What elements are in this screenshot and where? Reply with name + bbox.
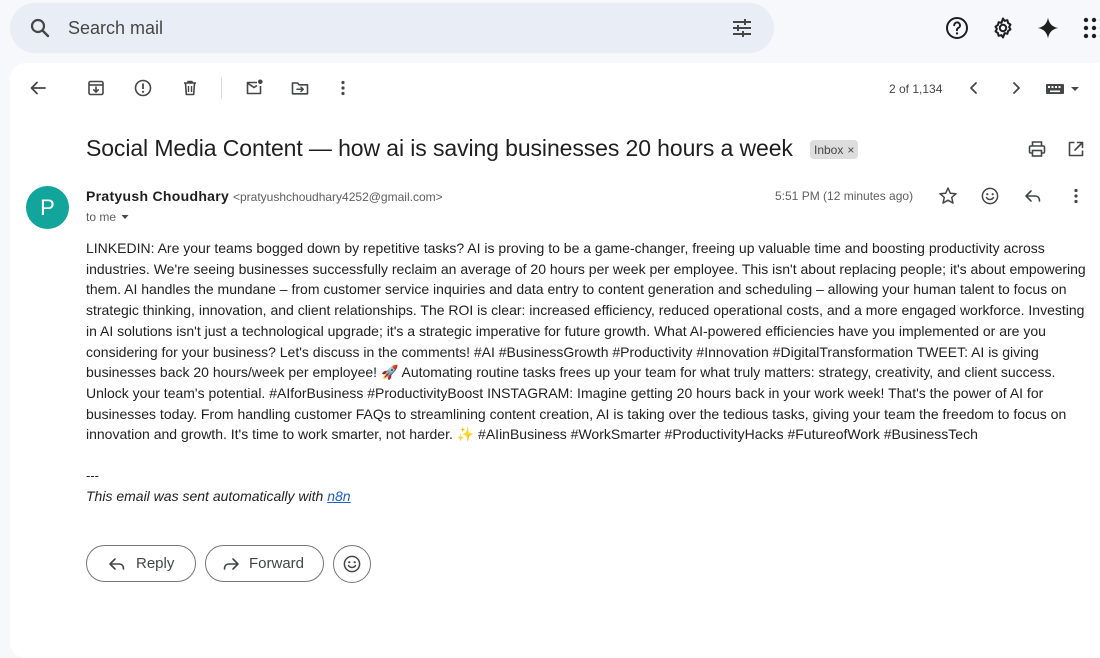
chevron-left-icon[interactable] xyxy=(964,78,984,98)
search-input[interactable]: Search mail xyxy=(68,18,163,39)
recipient-label: to me xyxy=(86,210,117,224)
timestamp: 5:51 PM (12 minutes ago) xyxy=(775,189,914,203)
signature-separator: --- xyxy=(86,468,99,483)
forward-button[interactable]: Forward xyxy=(205,545,324,582)
forward-button-label: Forward xyxy=(249,555,305,572)
more-vert-icon[interactable] xyxy=(333,78,353,98)
move-to-icon[interactable] xyxy=(290,78,310,98)
star-icon[interactable] xyxy=(938,186,958,206)
reply-button[interactable]: Reply xyxy=(86,545,196,582)
remove-label-button[interactable]: × xyxy=(847,143,854,157)
print-icon[interactable] xyxy=(1027,139,1047,159)
tune-icon[interactable] xyxy=(730,16,754,40)
sender-email: <pratyushchoudhary4252@gmail.com> xyxy=(232,190,443,204)
search-bar[interactable]: Search mail xyxy=(10,3,774,53)
signature-text: This email was sent automatically with xyxy=(86,488,328,504)
keyboard-input-icon[interactable] xyxy=(1044,80,1082,98)
reply-icon[interactable] xyxy=(1023,186,1043,206)
label-text: Inbox xyxy=(814,142,844,157)
back-arrow-icon[interactable] xyxy=(28,78,48,98)
emoji-reaction-button[interactable] xyxy=(333,545,371,583)
n8n-link[interactable]: n8n xyxy=(327,488,350,504)
email-subject: Social Media Content — how ai is saving … xyxy=(86,135,793,161)
apps-grid-icon[interactable] xyxy=(1082,16,1100,40)
gear-icon[interactable] xyxy=(991,16,1015,40)
recipient-details[interactable]: to me xyxy=(86,210,130,224)
report-spam-icon[interactable] xyxy=(133,78,153,98)
sparkle-icon[interactable] xyxy=(1036,16,1060,40)
more-vert-icon[interactable] xyxy=(1066,186,1086,206)
sender-name[interactable]: Pratyush Choudhary xyxy=(86,188,229,204)
search-icon[interactable] xyxy=(28,16,52,40)
inbox-label-chip[interactable]: Inbox × xyxy=(810,140,859,159)
open-in-new-window-icon[interactable] xyxy=(1066,139,1086,159)
sender-line: Pratyush Choudhary <pratyushchoudhary425… xyxy=(86,188,443,204)
archive-icon[interactable] xyxy=(86,78,106,98)
reply-icon xyxy=(109,557,125,570)
delete-icon[interactable] xyxy=(180,78,200,98)
chevron-right-icon[interactable] xyxy=(1006,78,1026,98)
add-reaction-icon xyxy=(343,555,361,573)
reply-button-label: Reply xyxy=(136,555,175,572)
toolbar-divider xyxy=(221,77,222,99)
add-reaction-icon[interactable] xyxy=(980,186,1000,206)
pager-count: 2 of 1,134 xyxy=(889,82,943,96)
avatar[interactable]: P xyxy=(26,186,69,229)
forward-icon xyxy=(223,557,239,570)
mark-unread-icon[interactable] xyxy=(244,78,264,98)
email-body: LINKEDIN: Are your teams bogged down by … xyxy=(86,240,1086,443)
help-icon[interactable] xyxy=(945,16,969,40)
chevron-down-icon[interactable] xyxy=(120,212,130,222)
signature: This email was sent automatically with n… xyxy=(86,488,351,504)
